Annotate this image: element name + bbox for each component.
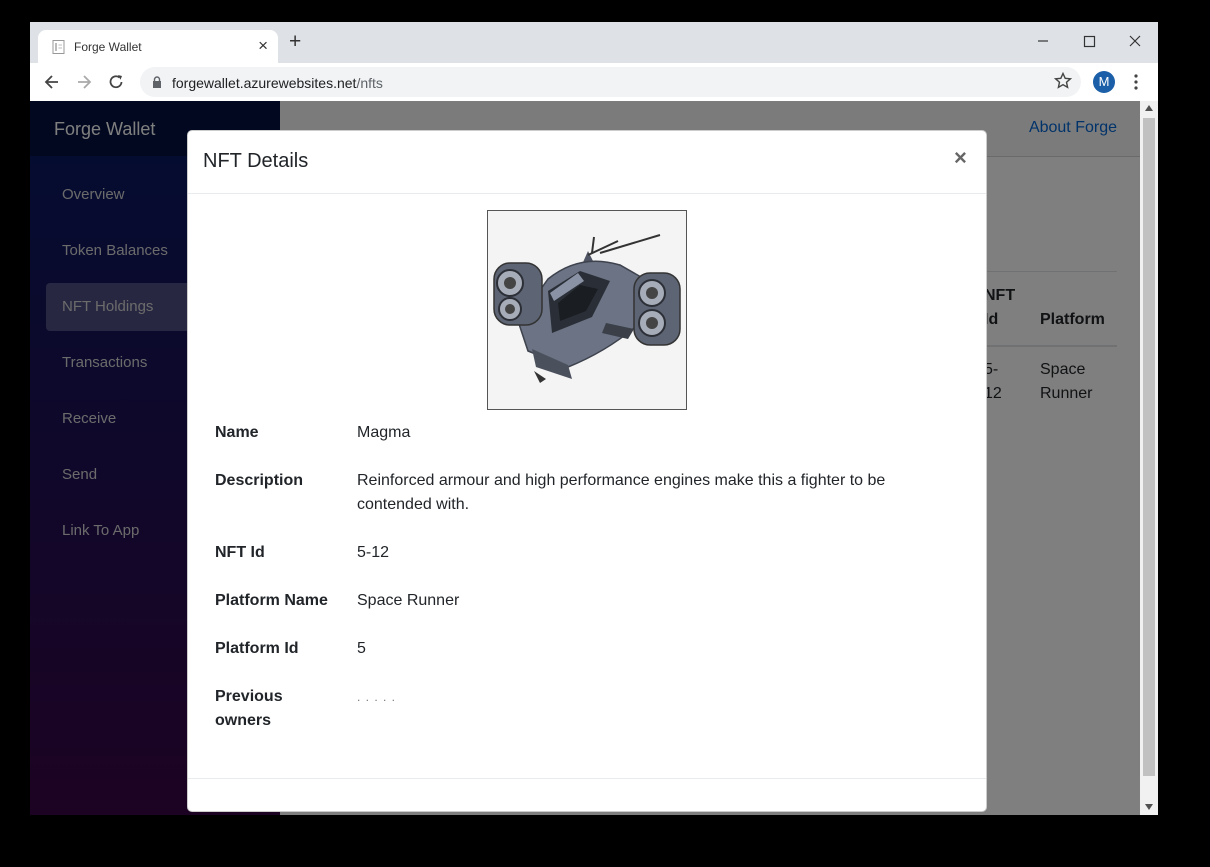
field-label-previous-owners: Previous owners bbox=[215, 688, 283, 729]
field-value-description: Reinforced armour and high performance e… bbox=[357, 472, 886, 513]
menu-kebab-icon[interactable] bbox=[1130, 73, 1142, 91]
reload-icon[interactable] bbox=[106, 72, 126, 92]
field-value-platform-name: Space Runner bbox=[357, 592, 460, 609]
scroll-down-arrow-icon[interactable] bbox=[1145, 804, 1153, 810]
tab-close-icon[interactable]: × bbox=[258, 36, 268, 56]
bookmark-star-icon[interactable] bbox=[1054, 72, 1072, 90]
spaceship-image bbox=[487, 210, 687, 410]
forward-icon[interactable] bbox=[74, 72, 94, 92]
url-host: forgewallet.azurewebsites.net bbox=[172, 75, 357, 91]
field-label-nft-id: NFT Id bbox=[215, 544, 265, 561]
field-value-previous-owners: . . . . . bbox=[357, 690, 397, 704]
minimize-icon[interactable] bbox=[1028, 28, 1058, 54]
page-scrollbar[interactable] bbox=[1140, 101, 1158, 815]
url-path: /nfts bbox=[356, 75, 383, 91]
tab-strip: Forge Wallet × + bbox=[30, 22, 1158, 63]
profile-avatar[interactable]: M bbox=[1093, 71, 1115, 93]
maximize-icon[interactable] bbox=[1074, 28, 1104, 54]
browser-toolbar: forgewallet.azurewebsites.net/nfts M bbox=[30, 63, 1158, 102]
field-label-description: Description bbox=[215, 472, 304, 489]
address-bar[interactable]: forgewallet.azurewebsites.net/nfts bbox=[140, 67, 1081, 97]
field-value-platform-id: 5 bbox=[357, 640, 366, 657]
modal-header: NFT Details × bbox=[188, 131, 986, 194]
browser-window: Forge Wallet × + forgewallet.azurewebsit… bbox=[30, 22, 1158, 815]
scroll-up-arrow-icon[interactable] bbox=[1145, 105, 1153, 111]
nft-details-modal: NFT Details × Name Magma Description Rei… bbox=[187, 130, 987, 812]
field-label-platform-id: Platform Id bbox=[215, 640, 299, 657]
url-text: forgewallet.azurewebsites.net/nfts bbox=[172, 75, 383, 91]
field-label-name: Name bbox=[215, 424, 259, 441]
browser-tab[interactable]: Forge Wallet × bbox=[38, 30, 278, 63]
field-value-nft-id: 5-12 bbox=[357, 544, 390, 561]
page-icon bbox=[52, 40, 65, 54]
lock-icon bbox=[153, 76, 161, 88]
close-window-icon[interactable] bbox=[1120, 28, 1150, 54]
page-viewport: Forge Wallet Overview Token Balances NFT… bbox=[30, 101, 1140, 815]
new-tab-icon[interactable]: + bbox=[289, 31, 301, 52]
modal-footer-divider bbox=[188, 778, 986, 779]
tab-title: Forge Wallet bbox=[74, 40, 142, 54]
field-value-name: Magma bbox=[357, 424, 411, 441]
close-icon[interactable]: × bbox=[954, 145, 967, 171]
scrollbar-thumb[interactable] bbox=[1143, 118, 1155, 776]
modal-title: NFT Details bbox=[203, 150, 309, 172]
back-icon[interactable] bbox=[42, 72, 62, 92]
field-label-platform-name: Platform Name bbox=[215, 592, 328, 609]
